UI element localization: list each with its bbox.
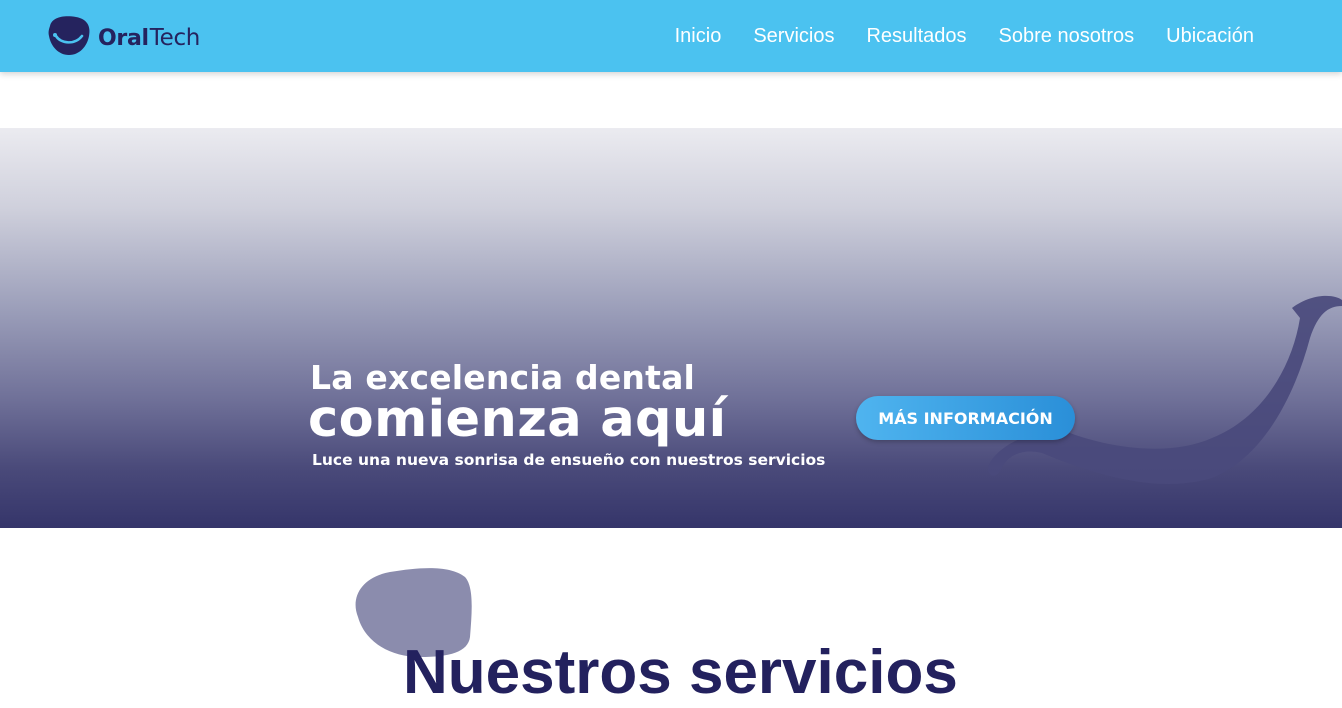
logo-word-tech: Tech bbox=[149, 24, 201, 51]
nav-link-inicio[interactable]: Inicio bbox=[675, 25, 722, 48]
main-nav: Inicio Servicios Resultados Sobre nosotr… bbox=[675, 0, 1254, 72]
hero-banner: La excelencia dental comienza aquí Luce … bbox=[0, 128, 1342, 528]
services-title: Nuestros servicios bbox=[403, 638, 958, 708]
logo-word-oral: Oral bbox=[98, 25, 149, 51]
tooth-smile-logo-icon bbox=[48, 16, 90, 55]
nav-link-servicios[interactable]: Servicios bbox=[753, 25, 834, 48]
nav-link-ubicacion[interactable]: Ubicación bbox=[1166, 25, 1254, 48]
hero-heading-line2: comienza aquí bbox=[308, 390, 727, 449]
logo-wordmark: OralTech bbox=[98, 21, 200, 52]
oraltech-logo[interactable]: OralTech bbox=[46, 14, 200, 58]
more-info-button[interactable]: MÁS INFORMACIÓN bbox=[856, 396, 1075, 440]
navbar: OralTech Inicio Servicios Resultados Sob… bbox=[0, 0, 1342, 72]
nav-link-resultados[interactable]: Resultados bbox=[866, 25, 966, 48]
hero-subtitle: Luce una nueva sonrisa de ensueño con nu… bbox=[312, 451, 826, 469]
nav-link-sobre-nosotros[interactable]: Sobre nosotros bbox=[999, 25, 1135, 48]
